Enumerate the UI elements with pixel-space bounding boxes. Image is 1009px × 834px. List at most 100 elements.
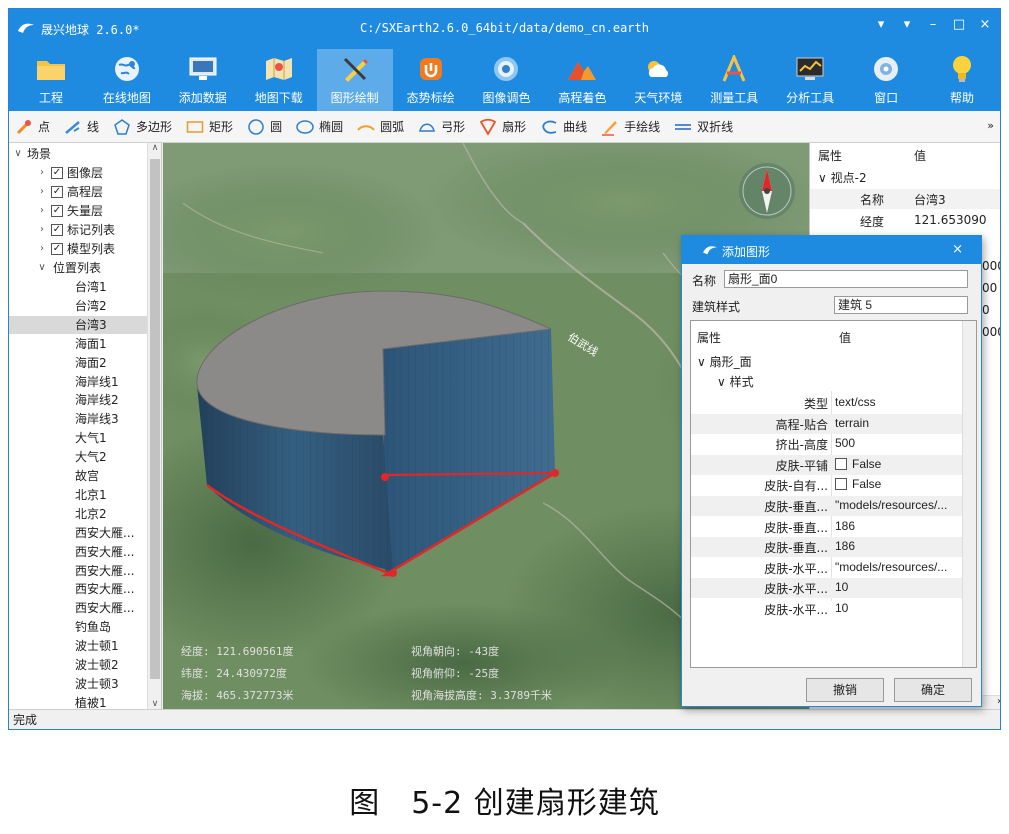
property-value[interactable]: text/css bbox=[835, 395, 876, 409]
grid-section[interactable]: ∨ 扇形_面 bbox=[697, 353, 752, 370]
tree-layer-item[interactable]: › ✓ 标记列表 bbox=[9, 221, 147, 239]
ribbon-weather[interactable]: 天气环境 bbox=[620, 49, 696, 111]
ribbon-project[interactable]: 工程 bbox=[13, 49, 89, 111]
tool-polygon[interactable]: 多边形 bbox=[113, 118, 172, 136]
property-value[interactable]: False bbox=[835, 457, 881, 471]
tree-position-item[interactable]: 钓鱼岛 bbox=[9, 618, 147, 636]
property-value[interactable]: False bbox=[835, 477, 881, 491]
tree-position-item[interactable]: 植被1 bbox=[9, 694, 147, 709]
grid-property-row[interactable]: 皮肤-平铺 False bbox=[691, 454, 976, 475]
tree-root-scene[interactable]: ∨ 场景 bbox=[9, 145, 147, 163]
tree-position-item[interactable]: 海岸线2 bbox=[9, 391, 147, 409]
tree-position-item[interactable]: 西安大雁... bbox=[9, 524, 147, 542]
tool-point[interactable]: 点 bbox=[15, 118, 50, 136]
property-value[interactable]: 500 bbox=[835, 436, 855, 450]
ribbon-drawing[interactable]: 图形绘制 bbox=[316, 49, 393, 111]
tree-layer-item[interactable]: › ✓ 模型列表 bbox=[9, 240, 147, 258]
tree-position-item[interactable]: 西安大雁... bbox=[9, 580, 147, 598]
tool-rectangle[interactable]: 矩形 bbox=[186, 118, 233, 136]
tree-layer-item[interactable]: › ✓ 高程层 bbox=[9, 183, 147, 201]
property-checkbox[interactable] bbox=[835, 457, 847, 470]
grid-property-row[interactable]: 高程-贴合 terrain bbox=[691, 413, 976, 434]
tree-position-item[interactable]: 大气1 bbox=[9, 429, 147, 447]
scroll-down-icon[interactable]: ∨ bbox=[148, 699, 161, 709]
maximize-button[interactable]: □ bbox=[952, 17, 966, 32]
ribbon-analysis[interactable]: 分析工具 bbox=[772, 49, 848, 111]
props-group-row[interactable]: ∨ 视点-2 bbox=[818, 169, 867, 186]
ribbon-situation-plot[interactable]: 态势标绘 bbox=[393, 49, 469, 111]
tree-position-item[interactable]: 台湾1 bbox=[9, 278, 147, 296]
layer-checkbox[interactable]: ✓ bbox=[51, 224, 63, 236]
style-field[interactable]: 建筑 5 bbox=[834, 296, 968, 314]
grid-property-row[interactable]: 皮肤-垂直... 186 bbox=[691, 517, 976, 537]
grid-property-row[interactable]: 类型 text/css bbox=[691, 393, 976, 413]
grid-property-row[interactable]: 皮肤-垂直... "models/resources/... bbox=[691, 496, 976, 516]
ribbon-elevation-color[interactable]: 高程着色 bbox=[544, 49, 620, 111]
tree-position-item[interactable]: 西安大雁... bbox=[9, 599, 147, 617]
tree-position-item[interactable]: 大气2 bbox=[9, 448, 147, 466]
tool-double-polyline[interactable]: 双折线 bbox=[674, 118, 733, 136]
property-value[interactable]: 186 bbox=[835, 539, 855, 553]
property-value[interactable]: 10 bbox=[835, 601, 848, 615]
ribbon-map-download[interactable]: 地图下载 bbox=[241, 49, 317, 111]
tree-position-item[interactable]: 台湾3 bbox=[9, 315, 147, 334]
tree-position-list[interactable]: ∨ 位置列表 bbox=[9, 259, 147, 277]
tree-position-item[interactable]: 西安大雁... bbox=[9, 562, 147, 580]
tool-sector[interactable]: 扇形 bbox=[479, 118, 526, 136]
toolbar-overflow-button[interactable]: » bbox=[987, 119, 994, 132]
ribbon-window[interactable]: 窗口 bbox=[848, 49, 924, 111]
tool-freehand[interactable]: 手绘线 bbox=[601, 118, 660, 136]
tree-position-item[interactable]: 波士顿2 bbox=[9, 656, 147, 674]
tree-position-item[interactable]: 海面2 bbox=[9, 354, 147, 372]
grid-subsection[interactable]: ∨ 样式 bbox=[717, 373, 754, 390]
tool-arc[interactable]: 圆弧 bbox=[357, 118, 404, 136]
pin-icon[interactable]: ▾ bbox=[874, 17, 888, 32]
property-value[interactable]: 186 bbox=[835, 519, 855, 533]
tool-circle[interactable]: 圆 bbox=[247, 118, 282, 136]
property-checkbox[interactable] bbox=[835, 478, 847, 491]
layer-checkbox[interactable]: ✓ bbox=[51, 205, 63, 217]
tree-position-item[interactable]: 海岸线3 bbox=[9, 410, 147, 428]
tree-position-item[interactable]: 西安大雁... bbox=[9, 543, 147, 561]
scroll-thumb[interactable] bbox=[150, 159, 160, 679]
compass-icon[interactable] bbox=[739, 163, 795, 219]
tree-scrollbar[interactable]: ∧ ∨ bbox=[147, 143, 161, 709]
scroll-right-icon[interactable]: › bbox=[997, 696, 1000, 707]
tool-ellipse[interactable]: 椭圆 bbox=[296, 118, 343, 136]
name-field[interactable]: 扇形_面0 bbox=[724, 270, 968, 288]
dropdown-icon[interactable]: ▾ bbox=[900, 17, 914, 32]
layer-checkbox[interactable]: ✓ bbox=[51, 243, 63, 255]
property-value[interactable]: 10 bbox=[835, 580, 848, 594]
dialog-close-button[interactable]: × bbox=[952, 242, 963, 257]
ribbon-help[interactable]: 帮助 bbox=[924, 49, 1000, 111]
tool-bow[interactable]: 弓形 bbox=[418, 118, 465, 136]
property-value[interactable]: terrain bbox=[835, 416, 869, 430]
property-value[interactable]: "models/resources/... bbox=[835, 498, 947, 512]
tool-curve[interactable]: 曲线 bbox=[540, 118, 587, 136]
tree-position-item[interactable]: 台湾2 bbox=[9, 297, 147, 315]
ribbon-online-map[interactable]: 在线地图 bbox=[89, 49, 165, 111]
ribbon-measure[interactable]: 测量工具 bbox=[696, 49, 772, 111]
tree-position-item[interactable]: 海面1 bbox=[9, 335, 147, 353]
tree-position-item[interactable]: 北京2 bbox=[9, 505, 147, 523]
grid-property-row[interactable]: 皮肤-水平... 10 bbox=[691, 599, 976, 619]
tree-position-item[interactable]: 故宫 bbox=[9, 467, 147, 485]
tree-position-item[interactable]: 波士顿1 bbox=[9, 637, 147, 655]
tree-layer-item[interactable]: › ✓ 矢量层 bbox=[9, 202, 147, 220]
tree-position-item[interactable]: 波士顿3 bbox=[9, 675, 147, 693]
grid-property-row[interactable]: 皮肤-自有... False bbox=[691, 475, 976, 495]
grid-scrollbar[interactable] bbox=[962, 321, 976, 667]
ok-button[interactable]: 确定 bbox=[894, 678, 972, 702]
layer-checkbox[interactable]: ✓ bbox=[51, 167, 63, 179]
ribbon-image-color[interactable]: 图像调色 bbox=[469, 49, 545, 111]
cancel-button[interactable]: 撤销 bbox=[806, 678, 884, 702]
tree-position-item[interactable]: 海岸线1 bbox=[9, 373, 147, 391]
close-button[interactable]: × bbox=[978, 17, 992, 32]
grid-property-row[interactable]: 皮肤-垂直... 186 bbox=[691, 537, 976, 558]
property-value[interactable]: "models/resources/... bbox=[835, 560, 947, 574]
minimize-button[interactable]: – bbox=[926, 17, 940, 32]
grid-property-row[interactable]: 皮肤-水平... 10 bbox=[691, 578, 976, 599]
dialog-title-bar[interactable]: 添加图形 × bbox=[682, 236, 981, 264]
tool-line[interactable]: 线 bbox=[64, 118, 99, 136]
grid-property-row[interactable]: 皮肤-水平... "models/resources/... bbox=[691, 558, 976, 578]
